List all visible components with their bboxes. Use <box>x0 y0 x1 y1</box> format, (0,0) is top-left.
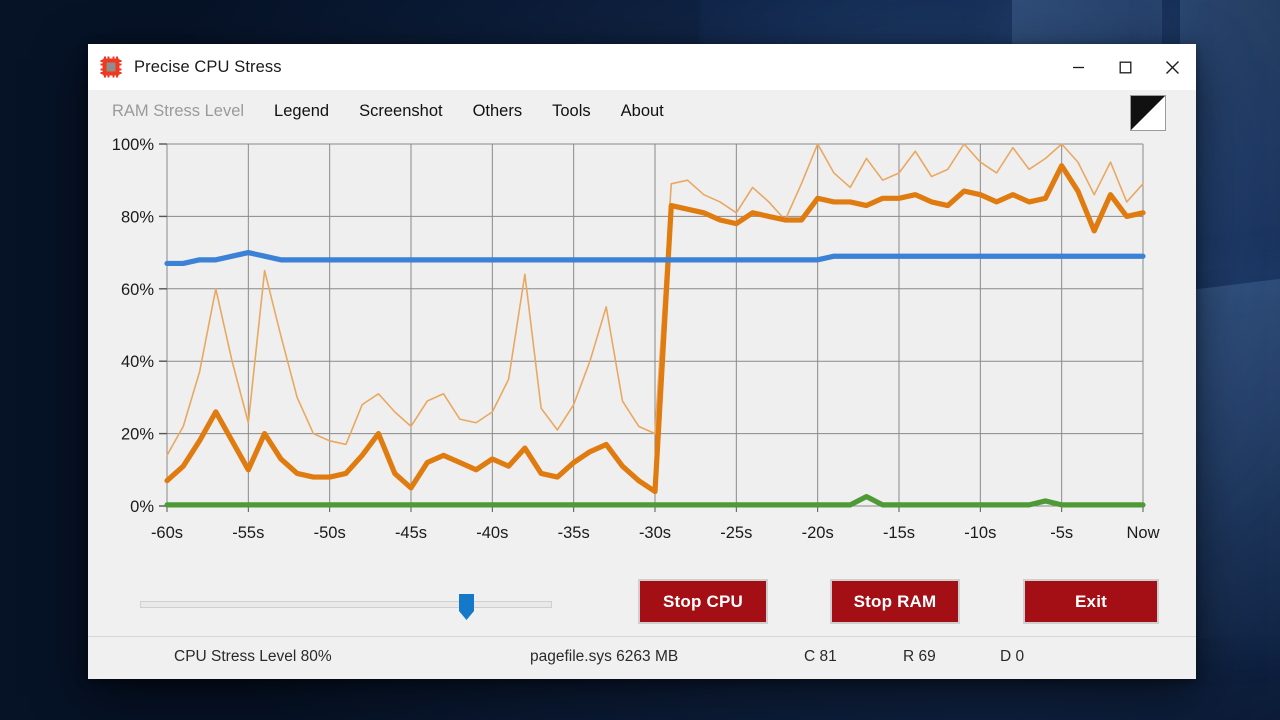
minimize-button[interactable] <box>1055 44 1102 90</box>
close-button[interactable] <box>1149 44 1196 90</box>
x-axis-tick-label: -25s <box>720 524 752 542</box>
maximize-button[interactable] <box>1102 44 1149 90</box>
x-axis-tick-label: -45s <box>395 524 427 542</box>
x-axis-tick-label: -60s <box>151 524 183 542</box>
y-axis-tick-label: 0% <box>130 498 154 516</box>
status-bar: CPU Stress Level 80% pagefile.sys 6263 M… <box>88 636 1196 679</box>
menu-bar: RAM Stress Level Legend Screenshot Other… <box>88 90 1196 132</box>
x-axis-tick-label: -35s <box>558 524 590 542</box>
menu-item-ram-stress-level[interactable]: RAM Stress Level <box>112 102 244 121</box>
slider-track[interactable] <box>140 601 552 608</box>
exit-button[interactable]: Exit <box>1023 579 1159 624</box>
triangle-fill-icon[interactable] <box>1130 95 1166 131</box>
menu-item-legend[interactable]: Legend <box>274 102 329 121</box>
cpu-chip-icon <box>100 56 122 78</box>
performance-chart: 0% 20% 40% 60% 80% 100% -60s -55s -50s -45s -40s -3… <box>88 132 1196 570</box>
status-cpu-stress-level: CPU Stress Level 80% <box>174 648 332 665</box>
status-pagefile: pagefile.sys 6263 MB <box>530 648 679 665</box>
y-axis-tick-label: 20% <box>121 426 154 444</box>
y-axis-tick-label: 60% <box>121 281 154 299</box>
slider-thumb[interactable] <box>458 593 475 621</box>
x-axis-tick-label: -15s <box>883 524 915 542</box>
y-axis-tick-label: 40% <box>121 353 154 371</box>
y-axis-tick-label: 80% <box>121 208 154 226</box>
menu-item-others[interactable]: Others <box>473 102 523 121</box>
x-axis-tick-label: -30s <box>639 524 671 542</box>
status-r-value: R 69 <box>903 648 936 665</box>
x-axis-tick-label: Now <box>1126 524 1159 542</box>
window-title: Precise CPU Stress <box>134 57 282 76</box>
status-c-value: C 81 <box>804 648 837 665</box>
status-d-value: D 0 <box>1000 648 1025 665</box>
x-axis-tick-label: -20s <box>802 524 834 542</box>
title-bar[interactable]: Precise CPU Stress <box>88 44 1196 90</box>
menu-item-screenshot[interactable]: Screenshot <box>359 102 442 121</box>
x-axis-tick-label: -5s <box>1050 524 1073 542</box>
y-axis-tick-label: 100% <box>112 136 155 154</box>
stop-cpu-button[interactable]: Stop CPU <box>638 579 768 624</box>
menu-item-about[interactable]: About <box>621 102 664 121</box>
x-axis-tick-label: -10s <box>964 524 996 542</box>
x-axis-tick-label: -55s <box>232 524 264 542</box>
menu-item-tools[interactable]: Tools <box>552 102 591 121</box>
cpu-stress-level-slider[interactable] <box>140 592 552 620</box>
controls-row: Stop CPU Stop RAM Exit <box>88 570 1196 636</box>
application-window: Precise CPU Stress RAM Stress Level Lege… <box>88 44 1196 679</box>
x-axis-tick-label: -40s <box>476 524 508 542</box>
stop-ram-button[interactable]: Stop RAM <box>830 579 960 624</box>
chart-canvas: 0% 20% 40% 60% 80% 100% -60s -55s -50s -45s -40s -3… <box>112 136 1160 542</box>
x-axis-tick-label: -50s <box>314 524 346 542</box>
